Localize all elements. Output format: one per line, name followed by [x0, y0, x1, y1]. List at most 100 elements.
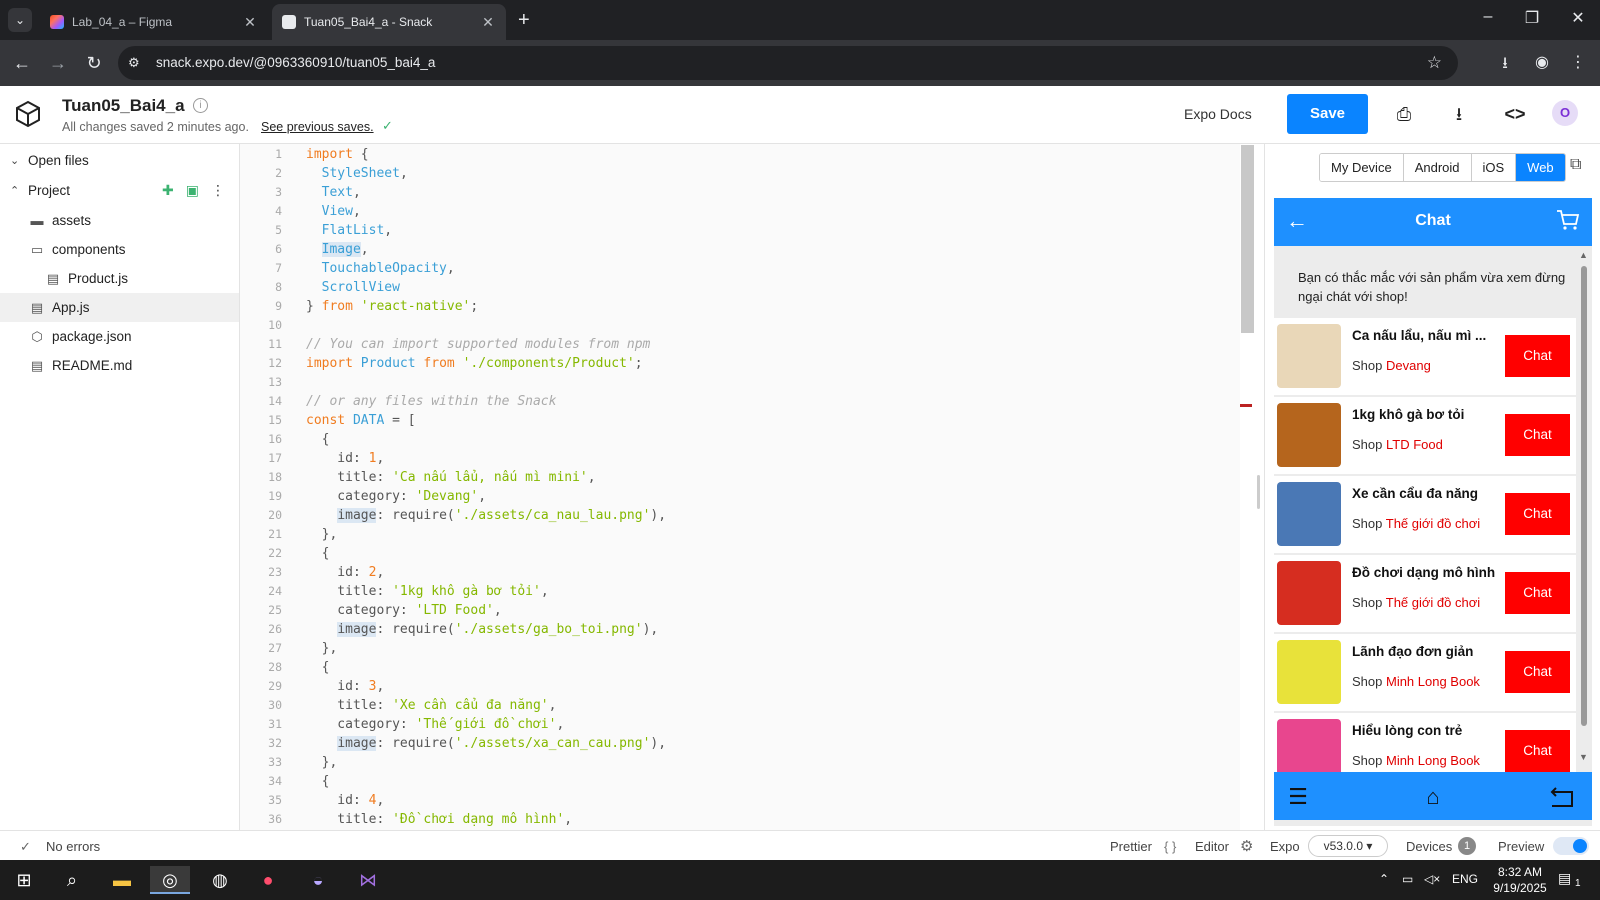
device-icon[interactable]: ⎙ — [1392, 102, 1416, 126]
expo-docs-link[interactable]: Expo Docs — [1184, 106, 1252, 122]
braces-icon[interactable]: { } — [1164, 839, 1176, 854]
code-line[interactable]: StyleSheet, — [306, 164, 408, 183]
tab-figma[interactable]: Lab_04_a – Figma ✕ — [40, 4, 268, 40]
code-line[interactable]: title: '1kg khô gà bơ tỏi', — [306, 582, 548, 601]
code-line[interactable]: ScrollView — [306, 278, 400, 297]
open-files-section[interactable]: ⌄ Open files — [0, 146, 239, 175]
code-line[interactable]: // You can import supported modules from… — [306, 335, 650, 354]
eclipse-icon[interactable]: ◒ — [298, 866, 338, 894]
code-editor[interactable]: 1 2 3 4 5 6 7 8 9 10 11 12 13 14 15 16 17 18 19 20 21 22 23 24 2… — [240, 144, 1240, 830]
scroll-up-icon[interactable]: ▲ — [1579, 250, 1588, 260]
devices-label[interactable]: Devices — [1406, 839, 1452, 854]
device-tab[interactable]: My Device — [1320, 154, 1404, 181]
chat-button[interactable]: Chat — [1505, 493, 1570, 535]
code-line[interactable]: import { — [306, 145, 369, 164]
code-line[interactable]: id: 3, — [306, 677, 384, 696]
code-line[interactable]: Text, — [306, 183, 361, 202]
project-title[interactable]: Tuan05_Bai4_a — [62, 96, 185, 116]
sdk-version-select[interactable]: v53.0.0 ▾ — [1308, 835, 1388, 857]
code-line[interactable]: id: 4, — [306, 791, 384, 810]
more-options-icon[interactable]: ⋮ — [211, 182, 225, 199]
embed-code-icon[interactable]: <> — [1503, 102, 1527, 126]
forward-icon[interactable]: → — [46, 52, 70, 74]
code-line[interactable]: { — [306, 658, 330, 677]
sidebar-item[interactable]: ▭ components — [0, 235, 239, 264]
tab-search-icon[interactable]: ⌄ — [8, 8, 32, 32]
minimize-icon[interactable]: – — [1476, 8, 1500, 26]
visual-studio-icon[interactable]: ⋈ — [348, 866, 388, 894]
scroll-thumb[interactable] — [1581, 266, 1587, 726]
code-line[interactable]: }, — [306, 639, 338, 658]
editor-label[interactable]: Editor — [1195, 839, 1229, 854]
preview-toggle[interactable] — [1553, 837, 1589, 855]
code-line[interactable]: { — [306, 544, 330, 563]
add-file-icon[interactable]: ✚ — [162, 182, 174, 199]
download-icon[interactable]: ⭳ — [1493, 52, 1517, 79]
chrome-icon[interactable]: ◎ — [150, 866, 190, 894]
network-icon[interactable]: ▭ — [1402, 872, 1413, 886]
code-line[interactable]: image: require('./assets/xa_can_cau.png'… — [306, 734, 666, 753]
editor-scrollbar[interactable] — [1241, 145, 1254, 333]
chevron-up-icon[interactable]: ⌃ — [1379, 872, 1389, 886]
errors-status[interactable]: No errors — [46, 839, 100, 854]
reload-icon[interactable]: ↻ — [82, 52, 106, 74]
profile-icon[interactable]: ◉ — [1530, 52, 1554, 72]
dots-app-icon[interactable]: ● — [248, 866, 288, 894]
code-line[interactable]: FlatList, — [306, 221, 392, 240]
restore-icon[interactable]: ❐ — [1520, 8, 1544, 28]
clock[interactable]: 8:32 AM 9/19/2025 — [1484, 864, 1556, 896]
previous-saves-link[interactable]: See previous saves. — [261, 120, 374, 134]
open-external-icon[interactable]: ⧉ — [1570, 156, 1581, 174]
code-line[interactable]: title: 'Xe cần cẩu đa năng', — [306, 696, 556, 715]
close-window-icon[interactable]: ✕ — [1566, 8, 1590, 28]
avatar[interactable]: O — [1552, 100, 1578, 126]
sidebar-item[interactable]: ▤ Product.js — [0, 264, 239, 293]
url-text[interactable]: snack.expo.dev/@0963360910/tuan05_bai4_a — [156, 55, 435, 70]
add-folder-icon[interactable]: ▣ — [186, 182, 199, 199]
sidebar-item[interactable]: ▤ App.js — [0, 293, 239, 322]
code-line[interactable]: image: require('./assets/ca_nau_lau.png'… — [306, 506, 666, 525]
code-line[interactable]: id: 1, — [306, 449, 384, 468]
code-line[interactable]: image: require('./assets/ga_bo_toi.png')… — [306, 620, 658, 639]
code-line[interactable]: }, — [306, 753, 338, 772]
language-indicator[interactable]: ENG — [1452, 872, 1478, 886]
device-tab[interactable]: Web — [1516, 154, 1565, 181]
code-line[interactable]: TouchableOpacity, — [306, 259, 455, 278]
code-line[interactable]: title: 'Ca nấu lẩu, nấu mì mini', — [306, 468, 595, 487]
code-line[interactable]: id: 2, — [306, 563, 384, 582]
file-explorer-icon[interactable]: ▬ — [102, 866, 142, 894]
code-line[interactable]: // or any files within the Snack — [306, 392, 556, 411]
speaker-muted-icon[interactable]: ◁× — [1424, 872, 1440, 886]
app-icon[interactable]: ◍ — [200, 866, 240, 894]
save-button[interactable]: Save — [1287, 94, 1368, 134]
address-bar[interactable]: ⚙ snack.expo.dev/@0963360910/tuan05_bai4… — [118, 46, 1458, 80]
tab-snack[interactable]: Tuan05_Bai4_a - Snack ✕ — [272, 4, 506, 40]
device-tab[interactable]: Android — [1403, 154, 1472, 181]
back-icon[interactable]: ← — [10, 52, 34, 74]
gear-icon[interactable]: ⚙ — [1240, 837, 1253, 855]
code-line[interactable]: { — [306, 772, 330, 791]
sidebar-item[interactable]: ▬ assets — [0, 206, 239, 235]
code-line[interactable]: category: 'Devang', — [306, 487, 486, 506]
chat-button[interactable]: Chat — [1505, 730, 1570, 772]
project-section[interactable]: ⌃ Project ✚ ▣ ⋮ — [0, 176, 239, 205]
code-line[interactable]: category: 'Thế giới đồ chơi', — [306, 715, 564, 734]
code-line[interactable]: category: 'LTD Food', — [306, 601, 501, 620]
chat-button[interactable]: Chat — [1505, 414, 1570, 456]
app-scrollbar[interactable]: ▲ ▼ — [1579, 250, 1589, 762]
bookmark-star-icon[interactable]: ☆ — [1427, 53, 1442, 73]
code-line[interactable]: Image, — [306, 240, 369, 259]
cart-icon[interactable] — [1556, 209, 1580, 231]
site-info-icon[interactable]: ⚙ — [128, 55, 140, 71]
device-tab[interactable]: iOS — [1471, 154, 1517, 181]
code-line[interactable]: } from 'react-native'; — [306, 297, 478, 316]
close-tab-icon[interactable]: ✕ — [242, 14, 258, 31]
code-line[interactable]: import Product from './components/Produc… — [306, 354, 643, 373]
hamburger-menu-icon[interactable]: ☰ — [1284, 784, 1312, 810]
notifications-icon[interactable]: ▤ — [1558, 870, 1571, 887]
chat-button[interactable]: Chat — [1505, 335, 1570, 377]
code-line[interactable]: title: 'Đồ chơi dạng mô hình', — [306, 810, 572, 829]
close-tab-icon[interactable]: ✕ — [480, 14, 496, 31]
windows-start-icon[interactable]: ⊞ — [4, 866, 44, 894]
chat-button[interactable]: Chat — [1505, 651, 1570, 693]
